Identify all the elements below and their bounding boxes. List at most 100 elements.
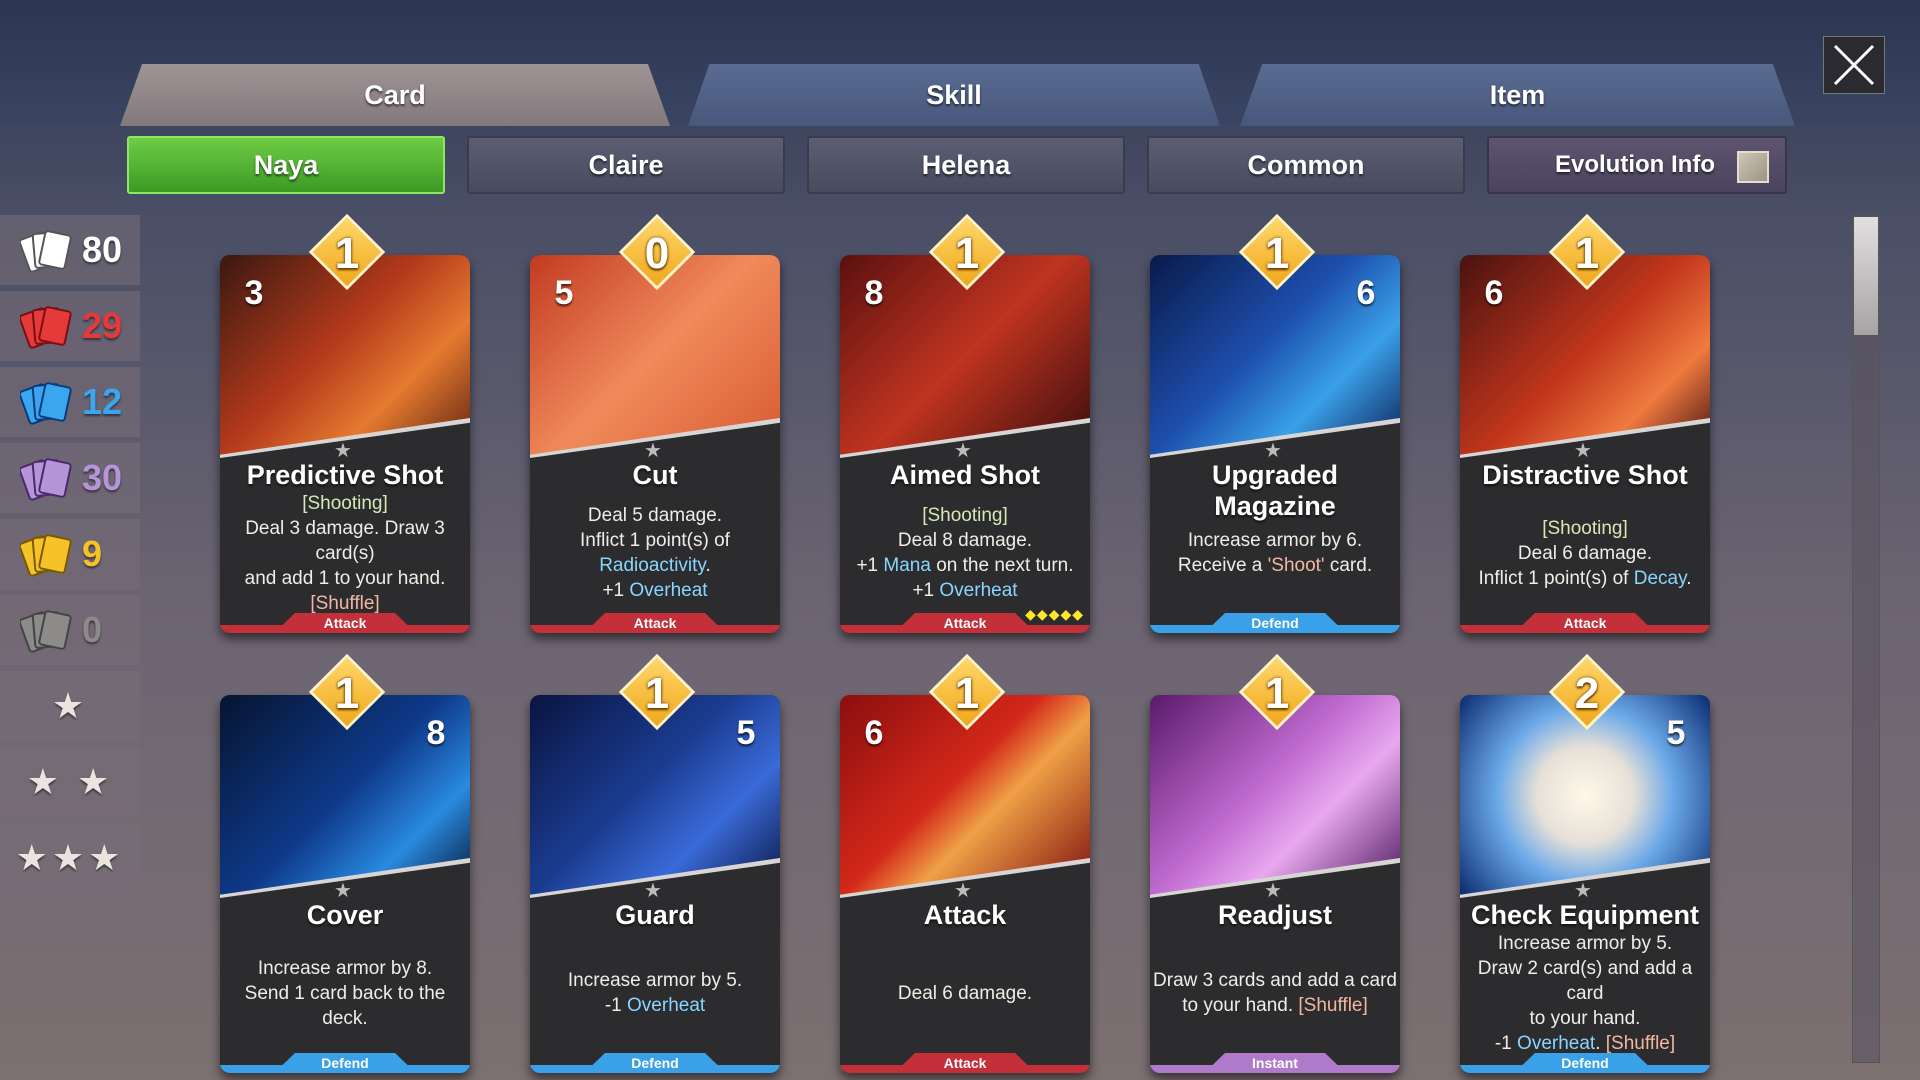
- filter-two-star[interactable]: ★ ★: [0, 747, 140, 817]
- card-keyword: 'Shoot': [1267, 555, 1325, 576]
- card-type-label: Attack: [840, 1053, 1090, 1073]
- card-name: Distractive Shot: [1482, 460, 1688, 490]
- card-description-line: +1 Overheat: [602, 578, 707, 603]
- card-description-line: +1 Mana on the next turn.: [856, 553, 1073, 578]
- tab-evolution-info[interactable]: Evolution Info: [1487, 136, 1787, 194]
- tab-common[interactable]: Common: [1147, 136, 1465, 194]
- cards-red-icon: [20, 306, 72, 349]
- card-readjust[interactable]: 1 ★ Readjust Draw 3 cards and add a card to …: [1150, 653, 1400, 1073]
- card-description-line: Draw 2 card(s) and add a card: [1462, 956, 1708, 1006]
- cards-gray-icon: [20, 610, 72, 653]
- card-distractive-shot[interactable]: 1 6 ★ Distractive Shot [Shooting] Deal 6 dama…: [1460, 213, 1710, 633]
- card-description-line: Deal 3 damage. Draw 3 card(s): [222, 516, 468, 566]
- card-description-line: -1 Overheat. [Shuffle]: [1495, 1031, 1675, 1056]
- card-text: Receive a: [1177, 555, 1268, 576]
- card-upgraded-magazine[interactable]: 1 6 ★ Upgraded Magazine Increase armor by 6.…: [1150, 213, 1400, 633]
- card-text: Deal 6 damage.: [1517, 542, 1653, 564]
- filter-purple-cards[interactable]: 30: [0, 443, 140, 513]
- card-text: Draw 2 card(s) and add a card: [1477, 957, 1693, 1004]
- star-icon: ★★★: [15, 837, 125, 878]
- tab-naya[interactable]: Naya: [127, 136, 445, 194]
- card-description-line: Inflict 1 point(s) of: [580, 528, 730, 553]
- card-name: Cover: [306, 900, 384, 930]
- evolution-info-label: Evolution Info: [1555, 151, 1715, 178]
- card-type-label: Attack: [1460, 613, 1710, 633]
- card-cost: 1: [1574, 229, 1600, 278]
- card-cover[interactable]: 1 8 ★ Cover Increase armor by 8. Send 1 card …: [220, 653, 470, 1073]
- card-description-line: Increase armor by 5.: [568, 968, 742, 993]
- card-description-line: Receive a 'Shoot' card.: [1178, 553, 1372, 578]
- card-text: -1: [1494, 1032, 1518, 1054]
- card-keyword: Mana: [883, 555, 931, 576]
- card-description: [Shooting] Deal 3 damage. Draw 3 card(s) a…: [222, 493, 468, 614]
- damage-value: 6: [1470, 269, 1518, 317]
- card-text: Increase armor by 6.: [1187, 530, 1363, 551]
- card-description-line: [Shooting]: [1542, 516, 1628, 541]
- card-description-line: to your hand. [Shuffle]: [1182, 993, 1368, 1018]
- card-type-label: Instant: [1150, 1053, 1400, 1073]
- card-check-equipment[interactable]: 2 5 ★ Check Equipment Increase armor by 5. Dr…: [1460, 653, 1710, 1073]
- card-type-label: Defend: [220, 1053, 470, 1073]
- card-list-scrollbar[interactable]: [1852, 215, 1880, 1063]
- filter-count-gray: 0: [82, 609, 103, 650]
- scrollbar-thumb[interactable]: [1854, 217, 1878, 335]
- card-keyword: Overheat: [627, 995, 706, 1016]
- card-description: Increase armor by 6. Receive a 'Shoot' ca…: [1152, 499, 1398, 607]
- card-predictive-shot[interactable]: 1 3 ★ Predictive Shot [Shooting] Deal 3 damag…: [220, 213, 470, 633]
- evolution-info-checkbox[interactable]: [1737, 151, 1769, 183]
- card-description: [Shooting] Deal 8 damage. +1 Mana on the n…: [842, 499, 1088, 607]
- card-text: .: [705, 555, 711, 576]
- card-description: Increase armor by 5. -1 Overheat: [532, 939, 778, 1047]
- card-description: Deal 6 damage.: [842, 939, 1088, 1047]
- card-text: +1: [856, 555, 884, 576]
- card-text: Inflict 1 point(s) of: [580, 530, 730, 551]
- tab-claire[interactable]: Claire: [467, 136, 785, 194]
- card-text: on the next turn.: [930, 555, 1074, 576]
- cards-blue-icon: [20, 382, 72, 425]
- cards-purple-icon: [20, 458, 72, 501]
- card-description-line: to your hand.: [1530, 1006, 1641, 1031]
- star-icon: ★: [51, 685, 89, 726]
- tab-skill[interactable]: Skill: [688, 64, 1220, 126]
- card-type-label: Attack: [530, 613, 780, 633]
- filter-blue-cards[interactable]: 12: [0, 367, 140, 437]
- card-text: Deal 5 damage.: [587, 505, 723, 526]
- filter-count-yellow: 9: [82, 533, 103, 574]
- filter-all-cards[interactable]: 80: [0, 215, 140, 285]
- filter-three-star[interactable]: ★★★: [0, 823, 140, 893]
- card-cost: 1: [334, 229, 360, 278]
- card-guard[interactable]: 1 5 ★ Guard Increase armor by 5. -1 Overheat D…: [530, 653, 780, 1073]
- filter-red-cards[interactable]: 29: [0, 291, 140, 361]
- card-description-line: Increase armor by 8.: [258, 956, 432, 981]
- card-cost: 1: [954, 229, 980, 278]
- card-description: [Shooting] Deal 6 damage. Inflict 1 point(…: [1462, 499, 1708, 607]
- tab-helena[interactable]: Helena: [807, 136, 1125, 194]
- card-cut[interactable]: 0 5 ★ Cut Deal 5 damage. Inflict 1 point(s) o…: [530, 213, 780, 633]
- card-cost: 2: [1574, 669, 1600, 718]
- card-description: Increase armor by 8. Send 1 card back to …: [222, 939, 468, 1047]
- card-type-label: Defend: [530, 1053, 780, 1073]
- card-name: Readjust: [1217, 900, 1333, 930]
- card-text: to your hand.: [1529, 1007, 1641, 1029]
- close-button[interactable]: [1823, 36, 1885, 94]
- card-keyword: [Shooting]: [922, 505, 1008, 526]
- main-tab-bar: Card Skill Item: [120, 64, 1800, 126]
- card-description-line: and add 1 to your hand.: [245, 566, 446, 591]
- card-cost: 1: [954, 669, 980, 718]
- card-keyword: Overheat: [939, 580, 1018, 601]
- filter-one-star[interactable]: ★: [0, 671, 140, 741]
- damage-value: 5: [540, 269, 588, 317]
- filter-count-red: 29: [82, 305, 123, 346]
- card-name: Guard: [615, 900, 695, 930]
- card-name: Cut: [632, 460, 678, 490]
- card-cost: 0: [644, 229, 670, 278]
- card-attack[interactable]: 1 6 ★ Attack Deal 6 damage. Attack: [840, 653, 1090, 1073]
- card-text: Inflict 1 point(s) of: [1478, 567, 1634, 589]
- filter-yellow-cards[interactable]: 9: [0, 519, 140, 589]
- tab-card[interactable]: Card: [120, 64, 670, 126]
- tab-item[interactable]: Item: [1240, 64, 1795, 126]
- filter-gray-cards[interactable]: 0: [0, 595, 140, 665]
- armor-value: 5: [722, 709, 772, 759]
- card-aimed-shot[interactable]: 1 8 ★ Aimed Shot [Shooting] Deal 8 damage. +1 …: [840, 213, 1090, 633]
- card-description-line: [Shuffle]: [310, 591, 379, 616]
